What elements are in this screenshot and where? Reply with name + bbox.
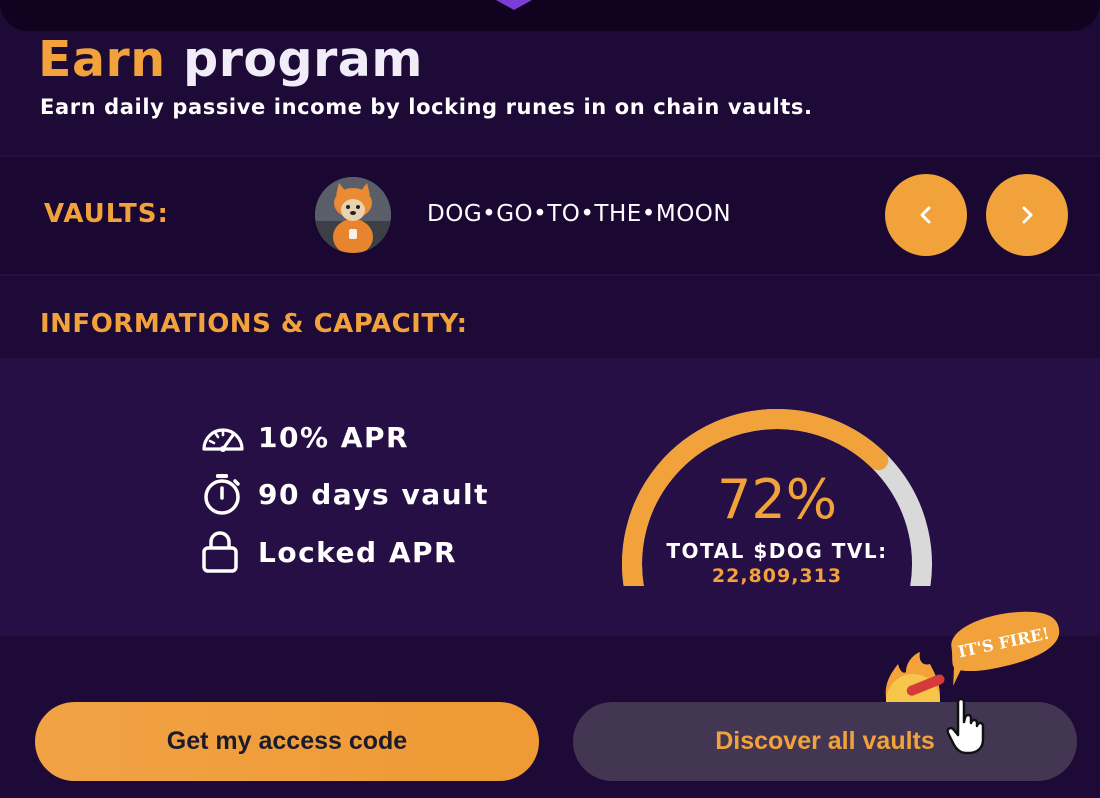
get-access-code-button[interactable]: Get my access code [35, 702, 539, 781]
speech-bubble: IT'S FIRE! [951, 611, 1060, 686]
next-vault-button[interactable] [986, 174, 1068, 256]
feature-locked: Locked APR [200, 530, 457, 574]
vaults-label: VAULTS: [44, 199, 169, 229]
stopwatch-icon [200, 472, 246, 516]
feature-locked-text: Locked APR [258, 535, 458, 569]
speedometer-icon [200, 415, 246, 459]
title-accent: Earn [38, 31, 166, 88]
discover-all-vaults-button[interactable]: Discover all vaults [573, 702, 1077, 781]
page-subtitle: Earn daily passive income by locking run… [40, 95, 813, 119]
tvl-label: TOTAL $DOG TVL: [666, 539, 888, 563]
feature-apr: 10% APR [200, 415, 409, 459]
previous-vault-button[interactable] [885, 174, 967, 256]
chevron-left-icon [920, 206, 931, 224]
hand-pointer-cursor-icon [946, 697, 985, 755]
top-header-band [0, 0, 1100, 31]
lock-icon [200, 530, 246, 574]
dog-avatar-image [315, 177, 391, 253]
feature-duration-text: 90 days vault [258, 477, 490, 511]
tvl-value: 22,809,313 [711, 565, 843, 587]
title-rest: program [183, 31, 423, 88]
capacity-percent: 72% [716, 468, 838, 531]
vault-name: DOG•GO•TO•THE•MOON [427, 201, 732, 227]
vault-avatar [315, 177, 391, 253]
feature-duration: 90 days vault [200, 472, 489, 516]
feature-apr-text: 10% APR [258, 420, 410, 454]
info-capacity-heading: INFORMATIONS & CAPACITY: [40, 309, 468, 339]
page-title: Earn program [38, 28, 423, 92]
chevron-right-icon [1022, 206, 1033, 224]
